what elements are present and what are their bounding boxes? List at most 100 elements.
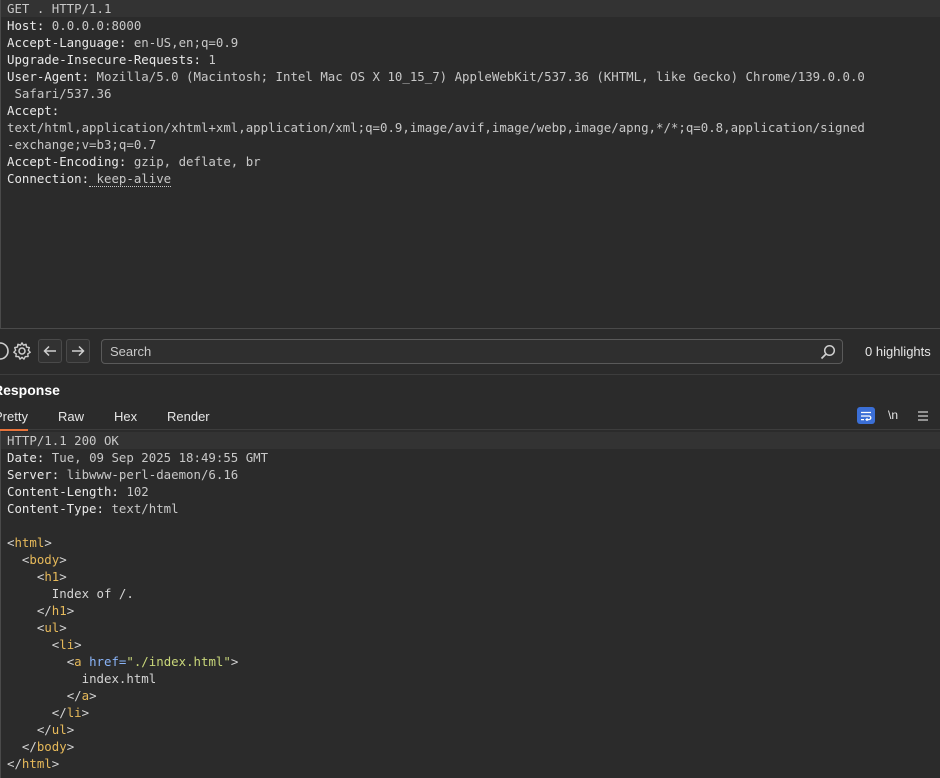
forward-button[interactable] — [66, 339, 90, 363]
body-line: Index of /. — [1, 585, 940, 602]
header-name: User-Agent: — [7, 69, 90, 84]
request-line: -exchange;v=b3;q=0.7 — [1, 136, 940, 153]
header-value: gzip, deflate, br — [126, 154, 261, 169]
tag-close: > — [74, 637, 82, 652]
header-value: Safari/537.36 — [7, 86, 112, 101]
search-toolbar: 0 highlights — [0, 330, 940, 375]
tag-name: li — [59, 637, 75, 652]
tag-name: html — [14, 535, 45, 550]
tag-open: </ — [66, 688, 82, 703]
body-line: index.html — [1, 670, 940, 687]
tag-name: li — [66, 705, 82, 720]
header-name: Content-Type: — [7, 501, 104, 516]
response-header-line: Server: libwww-perl-daemon/6.16 — [1, 466, 940, 483]
response-header-line: Content-Type: text/html — [1, 500, 940, 517]
tag-name: a — [74, 654, 82, 669]
tab-pretty[interactable]: Pretty — [0, 409, 28, 431]
header-value: -exchange;v=b3;q=0.7 — [7, 137, 157, 152]
tab-hex[interactable]: Hex — [114, 409, 137, 424]
tag-name: body — [36, 739, 67, 754]
wrap-lines-button[interactable] — [857, 407, 875, 424]
tag-close: > — [230, 654, 239, 669]
body-line: </h1> — [1, 602, 940, 619]
body-line: </body> — [1, 738, 940, 755]
tag-close: > — [51, 756, 60, 771]
search-input[interactable] — [102, 340, 802, 363]
header-name: Host: — [7, 18, 45, 33]
tag-close: > — [59, 552, 67, 567]
tag-name: h1 — [51, 603, 67, 618]
header-name: Date: — [7, 450, 45, 465]
header-value: Tue, 09 Sep 2025 18:49:55 GMT — [44, 450, 269, 465]
request-line: GET . HTTP/1.1 — [1, 0, 940, 17]
header-value: en-US,en;q=0.9 — [126, 35, 239, 50]
show-newlines-button[interactable]: \n — [888, 408, 898, 422]
response-title: Response — [0, 382, 60, 398]
header-value: text/html — [103, 501, 179, 516]
body-line: <li> — [1, 636, 940, 653]
search-box — [101, 339, 843, 364]
request-line: Connection: keep-alive — [1, 170, 940, 187]
header-name: Accept-Encoding: — [7, 154, 127, 169]
back-button[interactable] — [38, 339, 62, 363]
attribute-name: href= — [81, 654, 127, 669]
response-tabs: Pretty Raw Hex Render \n — [0, 403, 940, 431]
request-line: Accept: — [1, 102, 940, 119]
tag-close: > — [66, 722, 75, 737]
body-line: </li> — [1, 704, 940, 721]
text-node: index.html — [81, 671, 157, 686]
header-value: HTTP/1.1 200 OK — [7, 433, 119, 448]
response-header-line: Date: Tue, 09 Sep 2025 18:49:55 GMT — [1, 449, 940, 466]
tag-name: html — [21, 756, 52, 771]
request-editor[interactable]: GET . HTTP/1.1 Host: 0.0.0.0:8000 Accept-L… — [0, 0, 940, 329]
body-line: <html> — [1, 534, 940, 551]
request-line: Upgrade-Insecure-Requests: 1 — [1, 51, 940, 68]
hamburger-icon[interactable] — [917, 409, 929, 421]
header-value: 102 — [118, 484, 149, 499]
header-value: GET . HTTP/1.1 — [7, 1, 112, 16]
body-line: </a> — [1, 687, 940, 704]
request-line: Accept-Language: en-US,en;q=0.9 — [1, 34, 940, 51]
tab-raw[interactable]: Raw — [58, 409, 84, 424]
body-line: <a href="./index.html"> — [1, 653, 940, 670]
header-name: Server: — [7, 467, 60, 482]
tag-name: ul — [51, 722, 67, 737]
arrow-left-icon — [43, 345, 56, 357]
header-value: libwww-perl-daemon/6.16 — [59, 467, 239, 482]
response-header-line — [1, 517, 940, 534]
header-value: text/html,application/xhtml+xml,applicat… — [7, 120, 865, 135]
tag-open: </ — [51, 705, 67, 720]
tag-open: </ — [7, 756, 22, 771]
body-line: </ul> — [1, 721, 940, 738]
tag-name: ul — [44, 620, 60, 635]
header-name: Connection: — [7, 171, 90, 186]
search-icon[interactable] — [820, 344, 836, 360]
tab-render[interactable]: Render — [167, 409, 210, 424]
response-header-line: Content-Length: 102 — [1, 483, 940, 500]
body-line: <body> — [1, 551, 940, 568]
tag-close: > — [59, 569, 67, 584]
header-name: Content-Length: — [7, 484, 119, 499]
header-name: Accept: — [7, 103, 60, 118]
request-line: User-Agent: Mozilla/5.0 (Macintosh; Inte… — [1, 68, 940, 85]
tag-open: </ — [21, 739, 37, 754]
highlight-count: 0 highlights — [865, 344, 931, 359]
response-header-line: HTTP/1.1 200 OK — [1, 432, 940, 449]
tag-close: > — [59, 620, 67, 635]
request-line: text/html,application/xhtml+xml,applicat… — [1, 119, 940, 136]
tag-close: > — [66, 739, 75, 754]
body-line: <h1> — [1, 568, 940, 585]
arrow-right-icon — [72, 345, 85, 357]
gear-icon[interactable] — [10, 339, 34, 363]
tag-name: a — [81, 688, 90, 703]
response-viewer[interactable]: HTTP/1.1 200 OK Date: Tue, 09 Sep 2025 18… — [0, 431, 940, 778]
tag-close: > — [44, 535, 52, 550]
